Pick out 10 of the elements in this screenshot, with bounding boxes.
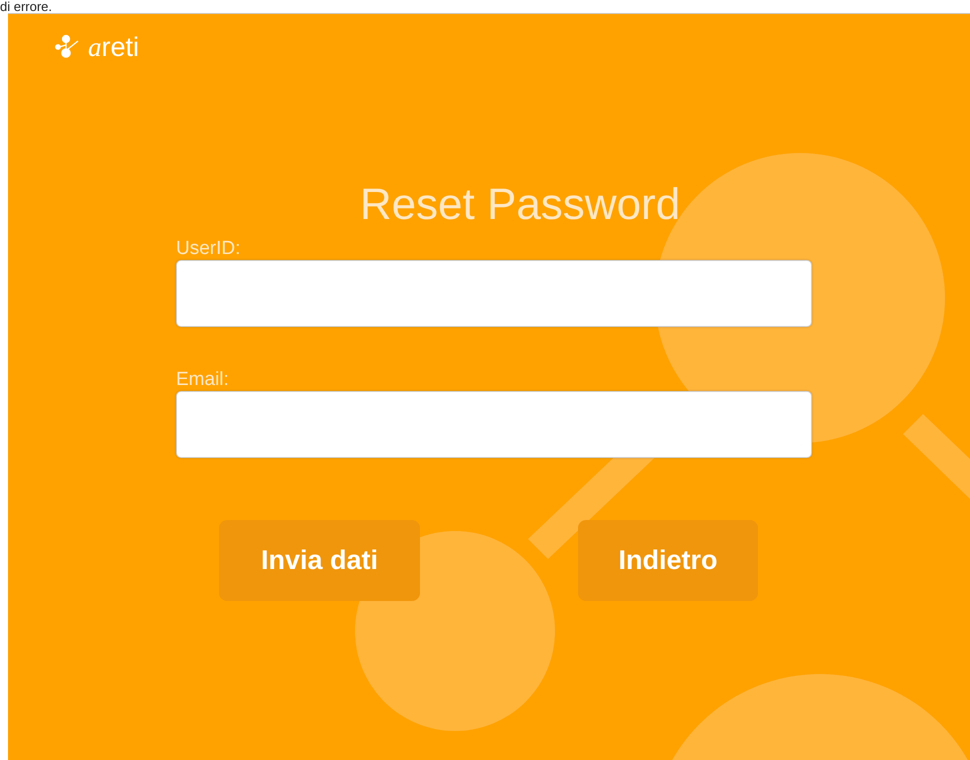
back-button[interactable]: Indietro [578, 520, 758, 601]
molecule-logo-icon [54, 34, 80, 60]
field-label: UserID: [176, 238, 240, 260]
input-field[interactable] [176, 391, 812, 458]
page-title: Reset Password [358, 180, 682, 230]
field-label: Email: [176, 369, 229, 391]
notice-text: di errore. [0, 0, 52, 13]
input-field[interactable] [176, 260, 812, 327]
logo-text: areti [88, 32, 140, 62]
submit-button[interactable]: Invia dati [219, 520, 420, 601]
